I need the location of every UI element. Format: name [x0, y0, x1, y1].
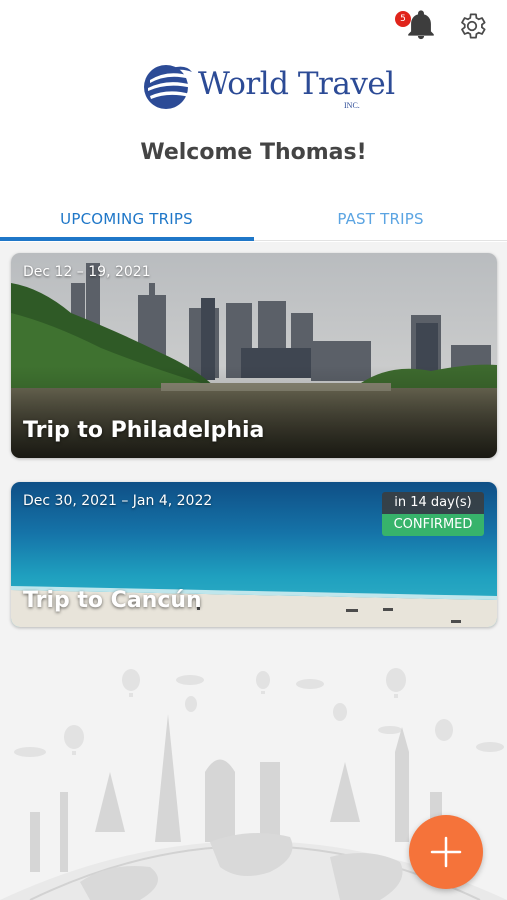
- notification-badge: 5: [395, 11, 411, 27]
- plus-icon: [430, 836, 462, 868]
- globe-logo-icon: [144, 65, 192, 109]
- settings-button[interactable]: [456, 10, 488, 42]
- brand-logo: World Travel INC.: [142, 60, 395, 114]
- gear-icon: [461, 13, 486, 39]
- tab-past-trips[interactable]: PAST TRIPS: [254, 200, 507, 242]
- trip-title: Trip to Cancún: [23, 588, 202, 613]
- status-badge: CONFIRMED: [382, 514, 484, 536]
- logo-suffix: INC.: [344, 101, 360, 110]
- trip-card-philadelphia[interactable]: Dec 12 – 19, 2021 Trip to Philadelphia: [11, 253, 497, 458]
- add-trip-button[interactable]: [409, 815, 483, 889]
- welcome-heading: Welcome Thomas!: [140, 140, 367, 165]
- trip-card-cancun[interactable]: Dec 30, 2021 – Jan 4, 2022 in 14 day(s) …: [11, 482, 497, 627]
- trip-dates: Dec 12 – 19, 2021: [23, 264, 151, 280]
- tab-upcoming-trips[interactable]: UPCOMING TRIPS: [0, 200, 253, 242]
- countdown-badge: in 14 day(s): [382, 492, 484, 514]
- top-bar: 5: [0, 0, 507, 52]
- active-tab-indicator: [0, 237, 254, 241]
- logo-wordmark: World Travel: [198, 66, 395, 102]
- trip-tabs: UPCOMING TRIPS PAST TRIPS: [0, 200, 507, 242]
- trip-title: Trip to Philadelphia: [23, 418, 265, 443]
- trip-dates: Dec 30, 2021 – Jan 4, 2022: [23, 493, 213, 509]
- trips-list: Dec 12 – 19, 2021 Trip to Philadelphia D…: [0, 242, 507, 900]
